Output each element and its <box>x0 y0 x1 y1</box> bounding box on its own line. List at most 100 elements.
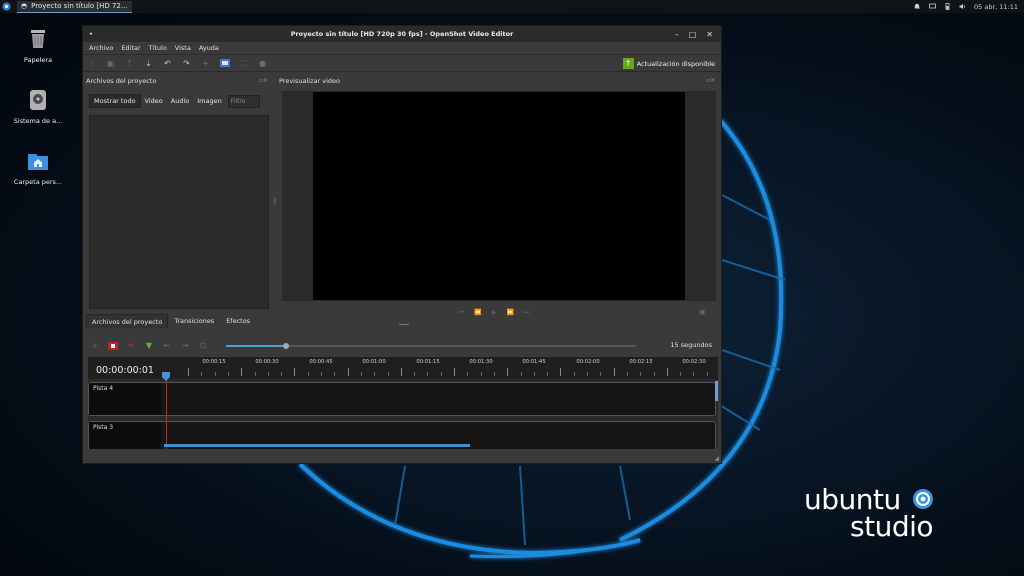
ruler-tick <box>414 372 415 376</box>
desktop-icon-label: Papelera <box>23 56 53 64</box>
ruler-tick <box>334 372 335 376</box>
tab-effects[interactable]: Efectos <box>220 314 256 328</box>
video-preview-panel <box>282 91 716 301</box>
export-icon[interactable]: ● <box>258 59 267 68</box>
menu-vista[interactable]: Vista <box>175 44 191 52</box>
menu-ayuda[interactable]: Ayuda <box>199 44 219 52</box>
desktop-icon-trash[interactable]: Papelera <box>8 28 68 64</box>
ruler-tick <box>494 372 495 376</box>
previous-marker-icon[interactable]: ⇤ <box>162 341 172 351</box>
minimize-icon[interactable]: – <box>675 30 679 39</box>
timeline[interactable]: 00:00:00:01 00:00:15 00:00:30 00:00:45 0… <box>88 357 718 449</box>
ruler-label: 00:02:00 <box>576 359 600 365</box>
video-preview-canvas[interactable] <box>313 92 685 300</box>
track-header[interactable]: Pista 3 <box>89 422 161 449</box>
update-available-button[interactable]: ↑ Actualización disponible <box>622 57 715 70</box>
project-files-list[interactable] <box>89 115 269 309</box>
taskbar-item-openshot[interactable]: ◓ Proyecto sin título [HD 72... <box>17 0 132 13</box>
snap-icon[interactable] <box>108 341 118 351</box>
ruler-tick <box>454 368 455 376</box>
zoom-slider[interactable] <box>226 343 636 349</box>
preview-settings-icon[interactable]: ▣ <box>699 308 706 316</box>
ruler-tick <box>614 368 615 376</box>
profile-icon[interactable] <box>220 58 230 68</box>
ruler-tick <box>255 372 256 376</box>
dock-float-close-icons[interactable]: ▫✕ <box>259 77 268 84</box>
ruler-tick <box>507 368 508 376</box>
add-file-icon[interactable]: + <box>201 59 210 68</box>
zoom-slider-fill <box>226 345 286 347</box>
close-icon[interactable]: ✕ <box>706 30 713 39</box>
project-files-title: Archivos del proyecto <box>86 77 157 85</box>
clock[interactable]: 05 abr, 11:11 <box>974 3 1018 11</box>
playhead-handle-icon[interactable] <box>162 372 170 381</box>
upload-icon[interactable]: ⇡ <box>125 59 134 68</box>
maximize-icon[interactable]: □ <box>689 30 697 39</box>
jump-start-icon[interactable]: ⏮ <box>459 309 464 317</box>
ruler-tick <box>667 368 668 376</box>
resize-grip-icon[interactable]: ◢ <box>714 455 719 462</box>
timeline-ruler[interactable]: 00:00:00:01 00:00:15 00:00:30 00:00:45 0… <box>88 357 718 379</box>
tab-transitions[interactable]: Transiciones <box>168 314 220 328</box>
rewind-icon[interactable]: ⏪ <box>474 309 481 317</box>
tab-audio[interactable]: Audio <box>167 94 193 108</box>
fast-forward-icon[interactable]: ⏩ <box>507 309 514 317</box>
desktop-icon-filesystem[interactable]: Sistema de a... <box>8 89 68 125</box>
menu-editar[interactable]: Editar <box>121 44 140 52</box>
splitter-handle[interactable]: ┃ <box>273 198 277 205</box>
timeline-vertical-scrollbar[interactable] <box>715 381 718 401</box>
razor-icon[interactable]: ✂ <box>126 341 136 351</box>
display-icon[interactable] <box>929 3 936 10</box>
window-titlebar[interactable]: • Proyecto sin título [HD 720p 30 fps] -… <box>83 26 721 42</box>
filter-input[interactable]: Filtro <box>227 94 260 108</box>
timeline-toolbar: + ✂ ▼ ⇤ ⇥ ⊡ 15 segundos <box>86 338 720 353</box>
tab-video[interactable]: Video <box>141 94 167 108</box>
ruler-label: 00:00:45 <box>309 359 333 365</box>
track-pista-4[interactable]: Pista 4 <box>88 382 716 416</box>
add-track-icon[interactable]: + <box>90 341 100 351</box>
menubar: Archivo Editar Título Vista Ayuda <box>83 42 721 55</box>
ruler-label: 00:02:15 <box>629 359 653 365</box>
ruler-tick <box>574 372 575 376</box>
download-icon[interactable]: ⇣ <box>144 59 153 68</box>
center-timeline-icon[interactable]: ⊡ <box>198 341 208 351</box>
ruler-label: 00:01:45 <box>522 359 546 365</box>
ruler-tick <box>321 372 322 376</box>
menu-titulo[interactable]: Título <box>149 44 167 52</box>
add-marker-icon[interactable]: ▼ <box>144 341 154 351</box>
save-icon[interactable]: ▣ <box>106 59 115 68</box>
desktop-icon-home-folder[interactable]: Carpeta pers... <box>8 150 68 186</box>
playhead-line[interactable] <box>166 373 167 449</box>
tab-image[interactable]: Imagen <box>193 94 225 108</box>
preview-title: Previsualizar video <box>279 77 340 85</box>
ruler-tick <box>401 368 402 376</box>
ruler-tick <box>640 372 641 376</box>
jump-end-icon[interactable]: ⏭ <box>524 309 529 317</box>
applications-menu-icon[interactable] <box>0 0 13 13</box>
ruler-tick <box>241 368 242 376</box>
window-menu-icon[interactable]: • <box>83 30 99 38</box>
openshot-window: • Proyecto sin título [HD 720p 30 fps] -… <box>82 25 722 464</box>
bottom-tabs: Archivos del proyecto Transiciones Efect… <box>86 314 256 328</box>
menu-archivo[interactable]: Archivo <box>89 44 113 52</box>
volume-icon[interactable] <box>959 3 966 10</box>
next-marker-icon[interactable]: ⇥ <box>180 341 190 351</box>
timeline-horizontal-scrollbar[interactable] <box>164 444 470 447</box>
fullscreen-icon[interactable]: ⛶ <box>239 59 248 68</box>
play-icon[interactable]: ▶ <box>492 309 497 317</box>
ruler-tick <box>547 372 548 376</box>
ruler-tick <box>587 372 588 376</box>
notification-bell-icon[interactable] <box>914 3 921 10</box>
dock-float-close-icons[interactable]: ▫✕ <box>706 77 715 84</box>
ruler-tick <box>348 368 349 376</box>
tab-project-files[interactable]: Archivos del proyecto <box>86 314 169 328</box>
track-header[interactable]: Pista 4 <box>89 383 161 415</box>
battery-icon[interactable] <box>944 3 951 10</box>
window-title: Proyecto sin título [HD 720p 30 fps] - O… <box>290 30 514 38</box>
redo-icon[interactable]: ↷ <box>182 59 191 68</box>
zoom-slider-knob[interactable] <box>283 343 289 349</box>
tab-show-all[interactable]: Mostrar todo <box>89 94 141 108</box>
undo-icon[interactable]: ↶ <box>163 59 172 68</box>
dock-splitter-handle[interactable] <box>399 324 409 325</box>
ruler-tick <box>361 372 362 376</box>
